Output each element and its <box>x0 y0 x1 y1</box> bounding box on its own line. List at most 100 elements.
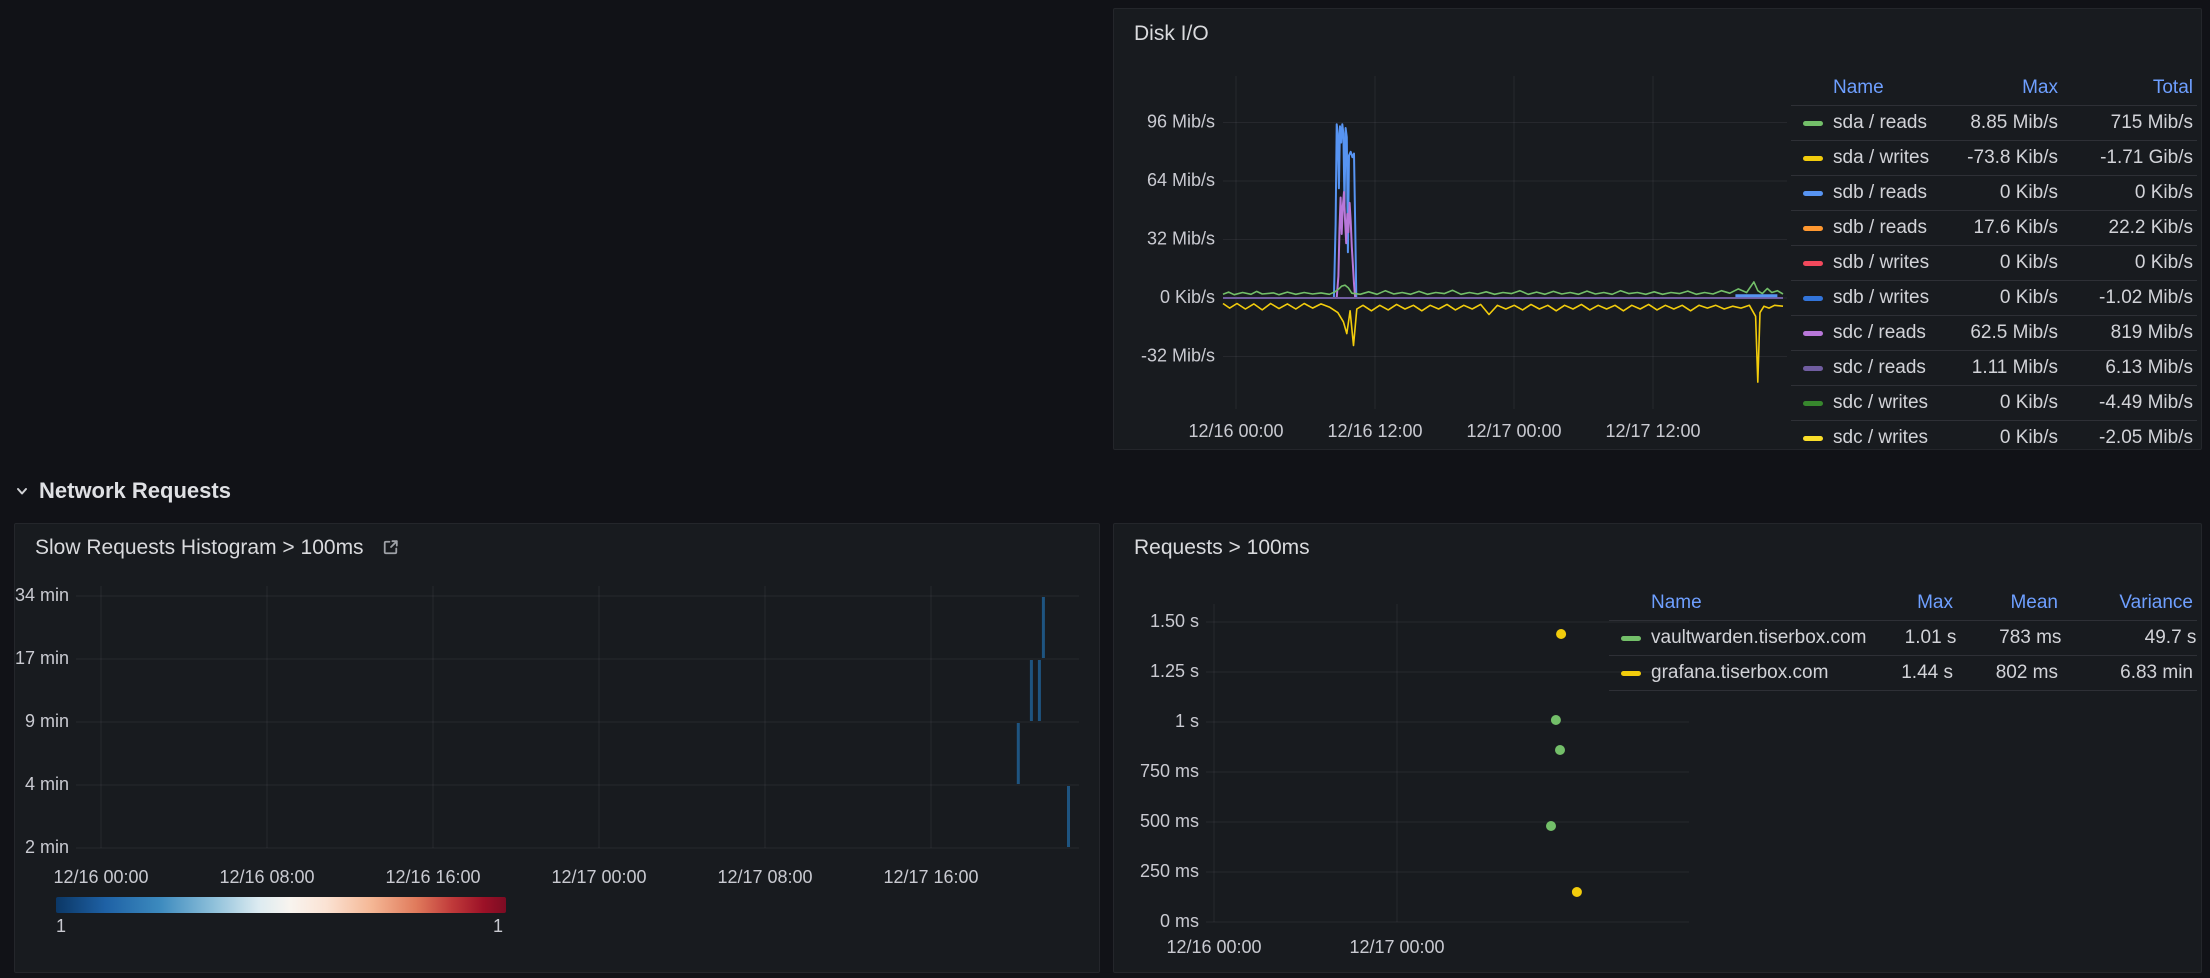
y-axis-label: 1.25 s <box>1150 661 1199 681</box>
legend-series-name[interactable]: sdb / writes <box>1833 252 1938 274</box>
legend-value-mean: 802 ms <box>1953 662 2058 684</box>
legend-header-variance[interactable]: Variance <box>2058 592 2193 614</box>
series-color-swatch <box>1803 296 1823 301</box>
y-axis-label: 17 min <box>15 648 69 668</box>
x-axis-label: 12/17 16:00 <box>883 867 978 887</box>
series-color-swatch <box>1803 156 1823 161</box>
legend-row[interactable]: sdb / writes0 Kib/s0 Kib/s <box>1791 246 2197 281</box>
y-axis-label: -32 Mib/s <box>1141 345 1215 365</box>
legend-row[interactable]: sdc / reads62.5 Mib/s819 Mib/s <box>1791 316 2197 351</box>
y-axis-label: 4 min <box>25 774 69 794</box>
chevron-down-icon[interactable] <box>14 483 30 499</box>
legend-value-variance: 6.83 min <box>2058 662 2193 684</box>
y-axis-label: 250 ms <box>1140 861 1199 881</box>
section-title[interactable]: Network Requests <box>39 478 231 504</box>
legend-value-total: -1.71 Gib/s <box>2058 147 2193 169</box>
dashboard-canvas: Disk I/O 96 Mib/s64 Mib/s32 Mib/s0 Kib/s… <box>0 0 2210 978</box>
x-axis-label: 12/17 00:00 <box>551 867 646 887</box>
series-color-swatch <box>1803 436 1823 441</box>
legend-value-max: 1.44 s <box>1863 662 1953 684</box>
x-axis-label: 12/16 16:00 <box>385 867 480 887</box>
legend-series-name[interactable]: sda / reads <box>1833 112 1938 134</box>
legend-value-mean: 783 ms <box>1956 627 2061 649</box>
legend-value-total: -4.49 Mib/s <box>2058 392 2193 414</box>
y-axis-label: 32 Mib/s <box>1147 228 1215 248</box>
legend-header-mean[interactable]: Mean <box>1953 592 2058 614</box>
legend-row[interactable]: sda / reads8.85 Mib/s715 Mib/s <box>1791 106 2197 141</box>
legend-header-name[interactable]: Name <box>1651 592 1863 614</box>
legend-row[interactable]: sdc / writes0 Kib/s-2.05 Mib/s <box>1791 421 2197 450</box>
series-color-swatch <box>1803 366 1823 371</box>
legend-row[interactable]: sdc / reads1.11 Mib/s6.13 Mib/s <box>1791 351 2197 386</box>
legend-row[interactable]: sdb / reads0 Kib/s0 Kib/s <box>1791 176 2197 211</box>
legend-header-name[interactable]: Name <box>1833 77 1938 99</box>
x-axis-label: 12/17 08:00 <box>717 867 812 887</box>
legend-row[interactable]: sdb / writes0 Kib/s-1.02 Mib/s <box>1791 281 2197 316</box>
legend-value-max: 17.6 Kib/s <box>1938 217 2058 239</box>
legend-row[interactable]: sdb / reads17.6 Kib/s22.2 Kib/s <box>1791 211 2197 246</box>
legend-header-row: NameMaxMeanVariance <box>1609 586 2197 621</box>
legend-value-total: -1.02 Mib/s <box>2058 287 2193 309</box>
legend-value-total: 0 Kib/s <box>2058 182 2193 204</box>
legend-series-name[interactable]: sdb / reads <box>1833 217 1938 239</box>
x-axis-label: 12/16 00:00 <box>53 867 148 887</box>
legend-series-name[interactable]: sdc / reads <box>1833 322 1938 344</box>
legend-series-name[interactable]: sdb / writes <box>1833 287 1938 309</box>
y-axis-label: 500 ms <box>1140 811 1199 831</box>
panel-disk-io: Disk I/O 96 Mib/s64 Mib/s32 Mib/s0 Kib/s… <box>1113 8 2202 450</box>
legend-value-max: 0 Kib/s <box>1938 252 2058 274</box>
legend-value-max: 8.85 Mib/s <box>1938 112 2058 134</box>
legend-value-max: 1.11 Mib/s <box>1938 357 2058 379</box>
legend-series-name[interactable]: vaultwarden.tiserbox.com <box>1651 627 1866 649</box>
legend-header-row: NameMaxTotal <box>1791 71 2197 106</box>
x-axis-label: 12/16 08:00 <box>219 867 314 887</box>
legend-value-max: 62.5 Mib/s <box>1938 322 2058 344</box>
legend-series-name[interactable]: sdc / writes <box>1833 392 1938 414</box>
panel-slow-requests-histogram: Slow Requests Histogram > 100ms 34 min17… <box>14 523 1100 973</box>
legend-series-name[interactable]: sdc / reads <box>1833 357 1938 379</box>
series-line <box>1223 282 1783 295</box>
legend-value-max: 0 Kib/s <box>1938 182 2058 204</box>
scatter-point <box>1556 629 1566 639</box>
legend-header-max[interactable]: Max <box>1863 592 1953 614</box>
legend-series-name[interactable]: grafana.tiserbox.com <box>1651 662 1863 684</box>
series-line <box>1337 192 1356 298</box>
legend-value-max: 0 Kib/s <box>1938 427 2058 449</box>
x-axis-label: 12/16 12:00 <box>1327 421 1422 441</box>
legend-value-max: 0 Kib/s <box>1938 392 2058 414</box>
legend-value-total: 22.2 Kib/s <box>2058 217 2193 239</box>
legend-row[interactable]: sdc / writes0 Kib/s-4.49 Mib/s <box>1791 386 2197 421</box>
legend-series-name[interactable]: sdb / reads <box>1833 182 1938 204</box>
legend-row[interactable]: grafana.tiserbox.com1.44 s802 ms6.83 min <box>1609 656 2197 691</box>
x-axis-label: 12/17 00:00 <box>1466 421 1561 441</box>
legend-value-total: 6.13 Mib/s <box>2058 357 2193 379</box>
y-axis-label: 34 min <box>15 585 69 605</box>
y-axis-label: 1 s <box>1175 711 1199 731</box>
requests-legend-table: NameMaxMeanVariancevaultwarden.tiserbox.… <box>1609 586 2197 691</box>
legend-row[interactable]: vaultwarden.tiserbox.com1.01 s783 ms49.7… <box>1609 621 2197 656</box>
scatter-point <box>1555 745 1565 755</box>
legend-swatch-placeholder <box>1803 86 1823 91</box>
x-axis-label: 12/16 00:00 <box>1188 421 1283 441</box>
legend-series-name[interactable]: sdc / writes <box>1833 427 1938 449</box>
series-color-swatch <box>1803 191 1823 196</box>
y-axis-label: 96 Mib/s <box>1147 111 1215 131</box>
y-axis-label: 2 min <box>25 837 69 857</box>
series-color-swatch <box>1803 331 1823 336</box>
y-axis-label: 750 ms <box>1140 761 1199 781</box>
heatmap-color-scale <box>56 897 506 913</box>
y-axis-label: 0 ms <box>1160 911 1199 931</box>
legend-value-total: 0 Kib/s <box>2058 252 2193 274</box>
series-color-swatch <box>1803 121 1823 126</box>
heatmap-cell <box>1017 723 1020 784</box>
series-color-swatch <box>1803 226 1823 231</box>
panel-requests: Requests > 100ms 1.50 s1.25 s1 s750 ms50… <box>1113 523 2202 973</box>
y-axis-label: 1.50 s <box>1150 611 1199 631</box>
legend-row[interactable]: sda / writes-73.8 Kib/s-1.71 Gib/s <box>1791 141 2197 176</box>
legend-header-max[interactable]: Max <box>1938 77 2058 99</box>
legend-series-name[interactable]: sda / writes <box>1833 147 1938 169</box>
legend-header-total[interactable]: Total <box>2058 77 2193 99</box>
x-axis-label: 12/17 12:00 <box>1605 421 1700 441</box>
section-header-network-requests[interactable]: Network Requests <box>14 477 231 505</box>
x-axis-label: 12/17 00:00 <box>1349 937 1444 957</box>
